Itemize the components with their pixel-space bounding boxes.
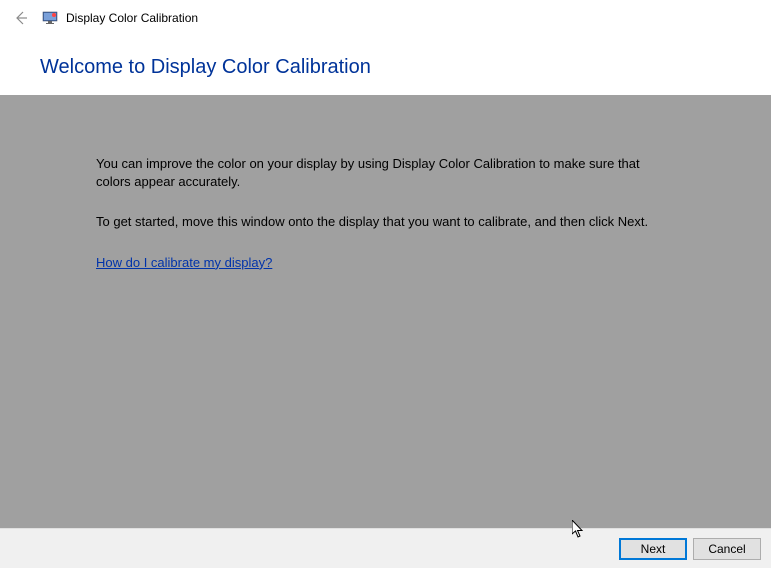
title-bar: Display Color Calibration <box>0 0 771 36</box>
intro-paragraph-2: To get started, move this window onto th… <box>96 213 656 231</box>
content-area: You can improve the color on your displa… <box>0 95 771 543</box>
app-title: Display Color Calibration <box>66 11 198 25</box>
back-arrow-icon[interactable] <box>12 9 30 27</box>
cancel-button[interactable]: Cancel <box>693 538 761 560</box>
page-title: Welcome to Display Color Calibration <box>40 56 731 79</box>
monitor-icon <box>42 10 58 26</box>
body-text: You can improve the color on your displa… <box>96 155 656 272</box>
footer-bar: Next Cancel <box>0 528 771 568</box>
next-button[interactable]: Next <box>619 538 687 560</box>
intro-paragraph-1: You can improve the color on your displa… <box>96 155 656 191</box>
heading-area: Welcome to Display Color Calibration <box>0 36 771 95</box>
help-link[interactable]: How do I calibrate my display? <box>96 255 272 270</box>
